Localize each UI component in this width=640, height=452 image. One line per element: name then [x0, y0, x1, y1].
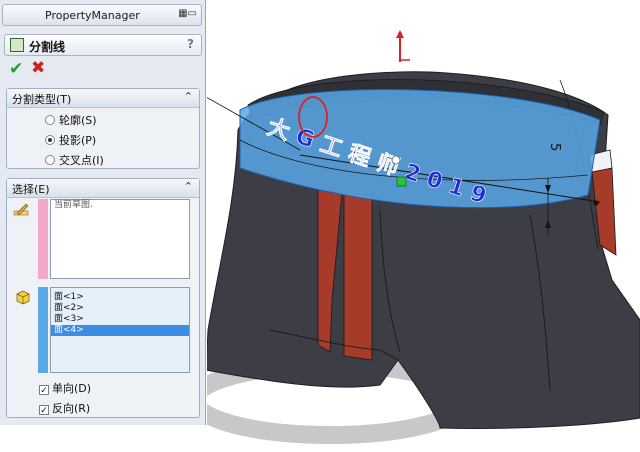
sketch-pencil-icon: [13, 203, 29, 216]
face-list[interactable]: 面<1> 面<2> 面<3> 面<4>: [50, 287, 190, 373]
single-direction-checkbox[interactable]: ✓ 单向(D): [39, 380, 91, 396]
drag-handle[interactable]: [396, 176, 407, 187]
face-selection-strip: [38, 287, 48, 373]
radio-projection[interactable]: 投影(P): [45, 132, 96, 148]
property-manager-tab[interactable]: PropertyManager ▦▭: [2, 4, 202, 26]
dimension-endpoint: [593, 200, 599, 206]
ok-button[interactable]: ✔: [9, 59, 23, 79]
list-item[interactable]: 面<2>: [51, 303, 189, 314]
property-manager: PropertyManager ▦▭ 分割线 ? ✔ ✖ 分割类型(T) ⌃ 轮…: [0, 0, 206, 425]
reverse-direction-checkbox[interactable]: ✓ 反向(R): [39, 400, 90, 416]
radio-label: 投影(P): [59, 134, 97, 147]
graphics-viewport[interactable]: 大 G 工 程 师 2 0 1 9 5: [207, 0, 640, 452]
split-type-group: 分割类型(T) ⌃ 轮廓(S) 投影(P) 交叉点(I): [6, 88, 200, 169]
selection-group: 选择(E) ⌃ 当前草图. 面<1> 面<2> 面<3> 面<4> ✓ 单向(D)…: [6, 178, 200, 418]
radio-intersection[interactable]: 交叉点(I): [45, 152, 104, 168]
radio-label: 交叉点(I): [59, 154, 104, 167]
sketch-list[interactable]: 当前草图.: [50, 199, 190, 279]
list-item[interactable]: 面<1>: [51, 292, 189, 303]
sketch-point[interactable]: [391, 155, 401, 165]
front-stripe: [343, 192, 373, 361]
radio-selected-icon: [45, 135, 55, 145]
radio-label: 轮廓(S): [59, 114, 97, 127]
list-item[interactable]: 当前草图.: [51, 200, 189, 211]
split-type-header[interactable]: 分割类型(T) ⌃: [7, 89, 199, 108]
sketch-selection-strip: [38, 199, 48, 279]
origin-triad-icon: [396, 30, 410, 62]
cancel-button[interactable]: ✖: [31, 58, 45, 78]
property-manager-title: PropertyManager: [45, 9, 140, 22]
checkbox-label: 反向(R): [52, 402, 91, 415]
split-type-title: 分割类型(T): [12, 93, 72, 106]
help-icon[interactable]: ?: [187, 37, 194, 51]
collapse-icon[interactable]: ⌃: [184, 90, 193, 103]
list-item[interactable]: 面<3>: [51, 314, 189, 325]
dimension-value: 5: [547, 143, 562, 151]
checkbox-label: 单向(D): [52, 382, 92, 395]
feature-name: 分割线: [29, 40, 66, 54]
selection-title: 选择(E): [12, 183, 50, 196]
pin-icon[interactable]: ▦▭: [178, 8, 197, 19]
feature-header: 分割线 ?: [4, 34, 202, 56]
radio-circle-icon: [45, 115, 55, 125]
checkbox-checked-icon: ✓: [39, 405, 49, 416]
checkbox-checked-icon: ✓: [39, 385, 49, 396]
list-item-selected[interactable]: 面<4>: [51, 325, 189, 336]
selection-header[interactable]: 选择(E) ⌃: [7, 179, 199, 198]
radio-circle-icon: [45, 155, 55, 165]
radio-silhouette[interactable]: 轮廓(S): [45, 112, 97, 128]
split-line-icon: [10, 38, 24, 52]
collapse-icon[interactable]: ⌃: [184, 180, 193, 193]
face-selection-icon: [16, 290, 30, 305]
